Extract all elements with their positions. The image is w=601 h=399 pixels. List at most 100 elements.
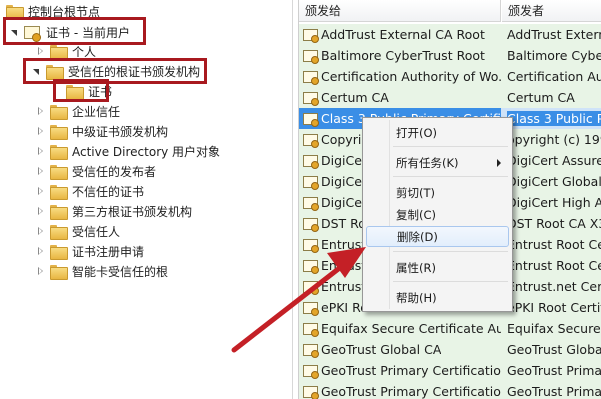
folder-icon [50, 264, 68, 280]
certificate-icon [303, 322, 319, 337]
tree-item-label: 不信任的证书 [72, 184, 145, 199]
folder-icon [6, 4, 24, 20]
cell-issued-to: DST Ro [321, 216, 366, 231]
menu-item-cut[interactable]: 剪切(T) [366, 182, 509, 203]
expand-closed-icon[interactable] [36, 106, 46, 116]
expand-closed-icon[interactable] [36, 246, 46, 256]
menu-item-delete[interactable]: 删除(D) [366, 226, 509, 247]
tree-item-trusted-publishers[interactable]: 受信任的发布者 [36, 161, 156, 181]
cell-issued-by: ePKI Root Certific [507, 300, 601, 315]
tree-item-ad-user-object[interactable]: Active Directory 用户对象 [36, 141, 220, 161]
table-row[interactable]: Baltimore CyberTrust Root Baltimore Cyber [299, 45, 601, 66]
expand-closed-icon[interactable] [36, 206, 46, 216]
certificate-icon [303, 91, 319, 106]
menu-item-open[interactable]: 打开(O) [366, 122, 509, 143]
tree-item-untrusted-certs[interactable]: 不信任的证书 [36, 181, 144, 201]
certificate-icon [303, 301, 319, 316]
tree-item-label: 个人 [72, 44, 97, 59]
cell-issued-by: DigiCert Global R [507, 174, 601, 189]
cell-issued-by: Entrust Root Cert [507, 258, 601, 273]
certificate-icon [303, 217, 319, 232]
tree-item-enrollment-requests[interactable]: 证书注册申请 [36, 241, 144, 261]
menu-item-properties[interactable]: 属性(R) [366, 257, 509, 278]
certificate-icon [303, 385, 319, 399]
folder-icon [50, 104, 68, 120]
column-header-issued-to[interactable]: 颁发给 [299, 0, 501, 22]
expand-closed-icon[interactable] [36, 266, 46, 276]
certificate-icon [303, 154, 319, 169]
tree-item-label: 受信任的发布者 [72, 164, 157, 179]
cell-issued-by: Baltimore Cyber [507, 48, 601, 63]
table-row[interactable]: GeoTrust Primary Certification... GeoTrus… [299, 381, 601, 399]
tree-item-smartcard-trusted-roots[interactable]: 智能卡受信任的根 [36, 261, 168, 281]
cell-issued-by: Certification Auth [507, 69, 601, 84]
cell-issued-by: Certum CA [507, 90, 575, 105]
menu-item-all-tasks[interactable]: 所有任务(K) [366, 152, 509, 173]
certificate-icon [303, 112, 319, 127]
cell-issued-to: Certification Authority of Wo... [321, 69, 501, 84]
tree-item-intermediate-ca[interactable]: 中级证书颁发机构 [36, 121, 168, 141]
context-menu: 打开(O) 所有任务(K) 剪切(T) 复制(C) 删除(D) 属性(R) 帮助… [362, 117, 513, 312]
expand-closed-icon[interactable] [36, 146, 46, 156]
menu-item-label: 帮助(H) [396, 290, 437, 305]
folder-icon [50, 224, 68, 240]
tree-item-third-party-root-ca[interactable]: 第三方根证书颁发机构 [36, 201, 192, 221]
certificate-icon [303, 196, 319, 211]
menu-item-label: 所有任务(K) [396, 155, 459, 170]
cell-issued-to: Entrust [321, 279, 367, 294]
cell-issued-to: Certum CA [321, 90, 389, 105]
highlight-box-certificates [53, 79, 109, 102]
folder-icon [50, 204, 68, 220]
tree-item-label: 证书注册申请 [72, 244, 145, 259]
menu-separator [393, 146, 508, 147]
folder-icon [50, 244, 68, 260]
cell-issued-to: DigiCe [321, 195, 362, 210]
menu-item-label: 属性(R) [396, 260, 436, 275]
cell-issued-by: DST Root CA X3 [507, 216, 601, 231]
certificate-icon [303, 238, 319, 253]
tree-item-enterprise-trust[interactable]: 企业信任 [36, 101, 120, 121]
menu-separator [393, 281, 508, 282]
table-row[interactable]: AddTrust External CA Root AddTrust Extern… [299, 24, 601, 45]
certificate-icon [303, 49, 319, 64]
column-header-issued-by[interactable]: 颁发者 [502, 0, 601, 22]
cell-issued-to: GeoTrust Primary Certification... [321, 363, 501, 378]
expand-closed-icon[interactable] [36, 226, 46, 236]
cell-issued-to: Baltimore CyberTrust Root [321, 48, 485, 63]
cell-issued-by: DigiCert Assured [507, 153, 601, 168]
certificate-icon [303, 364, 319, 379]
table-row[interactable]: GeoTrust Primary Certification... GeoTrus… [299, 360, 601, 381]
table-row[interactable]: GeoTrust Global CA GeoTrust Global [299, 339, 601, 360]
cell-issued-by: Class 3 Public Pr [507, 111, 601, 126]
folder-icon [50, 184, 68, 200]
expand-closed-icon[interactable] [36, 186, 46, 196]
tree-item-label: 智能卡受信任的根 [72, 264, 169, 279]
certificate-icon [303, 259, 319, 274]
cell-issued-by: Equifax Secure Ce [507, 321, 601, 336]
expand-closed-icon[interactable] [36, 166, 46, 176]
cell-issued-to: DigiCe [321, 174, 362, 189]
highlight-box-current-user [3, 17, 146, 45]
table-row[interactable]: Certification Authority of Wo... Certific… [299, 66, 601, 87]
menu-item-label: 删除(D) [397, 229, 438, 244]
menu-separator [393, 176, 508, 177]
cell-issued-to: GeoTrust Primary Certification... [321, 384, 501, 399]
tree-item-label: 中级证书颁发机构 [72, 124, 169, 139]
tree-item-trusted-people[interactable]: 受信任人 [36, 221, 120, 241]
cell-issued-to: Entrust [321, 258, 367, 273]
cell-issued-by: opyright (c) 199 [507, 132, 601, 147]
tree-item-label: 企业信任 [72, 104, 121, 119]
menu-item-copy[interactable]: 复制(C) [366, 204, 509, 225]
menu-item-label: 打开(O) [396, 125, 438, 140]
cell-issued-to: Entrust [321, 237, 367, 252]
menu-item-label: 剪切(T) [396, 185, 435, 200]
menu-item-help[interactable]: 帮助(H) [366, 287, 509, 308]
cell-issued-to: DigiCe [321, 153, 362, 168]
folder-icon [50, 144, 68, 160]
table-row[interactable]: Equifax Secure Certificate Au... Equifax … [299, 318, 601, 339]
expand-closed-icon[interactable] [36, 46, 46, 56]
submenu-arrow-icon [497, 159, 501, 167]
table-row[interactable]: Certum CA Certum CA [299, 87, 601, 108]
expand-closed-icon[interactable] [36, 126, 46, 136]
certificate-icon [303, 133, 319, 148]
